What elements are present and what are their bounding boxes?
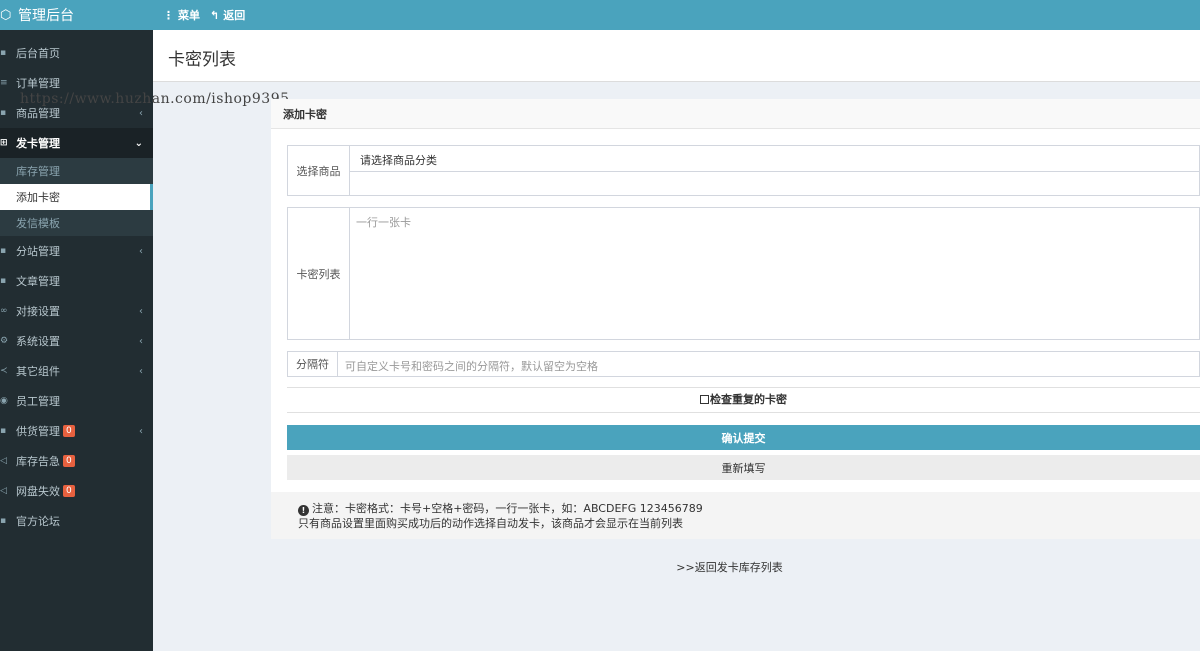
- separator-input[interactable]: 可自定义卡号和密码之间的分隔符，默认留空为空格: [338, 352, 1199, 376]
- select-product-label: 选择商品: [288, 146, 350, 195]
- note-text-2: 只有商品设置里面购买成功后的动作选择自动发卡，该商品才会显示在当前列表: [298, 517, 683, 530]
- sidebar-item-label: 商品管理: [16, 107, 60, 120]
- back-label: 返回: [223, 9, 246, 22]
- sidebar-item-label: 后台首页: [16, 47, 60, 60]
- sidebar-subitem-mail-template[interactable]: 发信模板: [0, 210, 153, 236]
- product-category-value[interactable]: 请选择商品分类: [350, 146, 1199, 172]
- submit-button[interactable]: 确认提交: [287, 425, 1200, 450]
- sidebar-item-articles[interactable]: ▪ 文章管理: [0, 266, 153, 296]
- product-category-select[interactable]: 请选择商品分类: [350, 146, 1199, 195]
- sidebar-subitem-label: 添加卡密: [16, 191, 60, 204]
- sidebar-item-label: 分站管理: [16, 245, 60, 258]
- divider: [287, 412, 1200, 413]
- dashboard-icon: ▪: [0, 48, 7, 58]
- separator-label: 分隔符: [288, 352, 338, 376]
- sidebar-item-label: 其它组件: [16, 365, 60, 378]
- add-card-panel: 添加卡密 选择商品 请选择商品分类 卡密列表 一行一张卡 分隔符 可自定义卡号和…: [271, 99, 1200, 539]
- sidebar-item-label: 发卡管理: [16, 137, 60, 150]
- grid-icon: ⊞: [0, 138, 8, 148]
- card-list-textarea[interactable]: 一行一张卡: [350, 208, 1199, 339]
- sidebar-item-docking[interactable]: ∞ 对接设置 ‹: [0, 296, 153, 326]
- sidebar-item-label: 对接设置: [16, 305, 60, 318]
- cube-icon: ⬡: [0, 7, 12, 23]
- sidebar-item-orders[interactable]: ≡ 订单管理: [0, 68, 153, 98]
- brand[interactable]: ⬡ 管理后台: [0, 0, 153, 30]
- card-list-label: 卡密列表: [288, 208, 350, 339]
- sidebar-item-dashboard[interactable]: ▪ 后台首页: [0, 38, 153, 68]
- menu-toggle-button[interactable]: ⋮ 菜单: [163, 7, 200, 23]
- separator-group: 分隔符 可自定义卡号和密码之间的分隔符，默认留空为空格: [287, 351, 1200, 377]
- sidebar-item-label: 订单管理: [16, 77, 60, 90]
- share-icon: ≺: [0, 366, 8, 376]
- check-duplicates-row: 检查重复的卡密: [287, 391, 1200, 407]
- note-line-1: ! 注意：卡密格式：卡号+空格+密码，一行一张卡，如：ABCDEFG 123456…: [298, 501, 1173, 516]
- info-icon: !: [298, 505, 309, 516]
- truck-icon: ▪: [0, 426, 7, 436]
- file-icon: ▪: [0, 276, 7, 286]
- select-product-group: 选择商品 请选择商品分类: [287, 145, 1200, 196]
- back-button[interactable]: ↰ 返回: [210, 7, 245, 23]
- sitemap-icon: ▪: [0, 246, 7, 256]
- panel-header: 添加卡密: [271, 99, 1200, 129]
- sidebar-item-label: 官方论坛: [16, 515, 60, 528]
- back-to-inventory-link[interactable]: >>返回发卡库存列表: [271, 559, 1200, 575]
- sidebar-item-label: 系统设置: [16, 335, 60, 348]
- reset-button[interactable]: 重新填写: [287, 455, 1200, 480]
- sidebar-subitem-label: 库存管理: [16, 165, 60, 178]
- ellipsis-vertical-icon: ⋮: [163, 8, 174, 22]
- sidebar-item-system[interactable]: ⚙ 系统设置 ‹: [0, 326, 153, 356]
- count-badge: 0: [63, 455, 75, 467]
- check-duplicates-label[interactable]: 检查重复的卡密: [710, 393, 787, 406]
- chevron-left-icon: ‹: [139, 335, 143, 347]
- sidebar-item-forum[interactable]: ▪ 官方论坛: [0, 506, 153, 536]
- sidebar-item-staff[interactable]: ◉ 员工管理: [0, 386, 153, 416]
- forum-icon: ▪: [0, 516, 7, 526]
- sidebar-item-label: 供货管理: [16, 425, 60, 438]
- page-title: 卡密列表: [168, 50, 236, 70]
- sidebar: ▪ 后台首页 ≡ 订单管理 ▪ 商品管理 ‹ ⊞ 发卡管理 ⌄ 库存管理 添加卡…: [0, 30, 153, 651]
- user-icon: ◉: [0, 396, 8, 406]
- note-text-1: 注意：卡密格式：卡号+空格+密码，一行一张卡，如：ABCDEFG 1234567…: [312, 502, 703, 515]
- chevron-left-icon: ‹: [139, 245, 143, 257]
- sidebar-item-supply[interactable]: ▪ 供货管理 0 ‹: [0, 416, 153, 446]
- content-header: 卡密列表: [153, 30, 1200, 82]
- sidebar-subitem-add-card[interactable]: 添加卡密: [0, 184, 153, 210]
- list-icon: ≡: [0, 78, 8, 88]
- top-navbar: ⬡ 管理后台 ⋮ 菜单 ↰ 返回: [0, 0, 1200, 30]
- sidebar-item-stock-alert[interactable]: ◁ 库存告急 0: [0, 446, 153, 476]
- sidebar-item-label: 网盘失效: [16, 485, 60, 498]
- sidebar-item-components[interactable]: ≺ 其它组件 ‹: [0, 356, 153, 386]
- brand-title: 管理后台: [18, 8, 74, 24]
- check-duplicates-checkbox[interactable]: [700, 395, 709, 404]
- chevron-left-icon: ‹: [139, 305, 143, 317]
- chevron-left-icon: ‹: [139, 107, 143, 119]
- cart-icon: ▪: [0, 108, 7, 118]
- sidebar-item-label: 文章管理: [16, 275, 60, 288]
- sidebar-item-card-issuing[interactable]: ⊞ 发卡管理 ⌄: [0, 128, 153, 158]
- back-link-label[interactable]: >>返回发卡库存列表: [676, 561, 782, 574]
- gear-icon: ⚙: [0, 336, 9, 346]
- sidebar-subitem-label: 发信模板: [16, 217, 60, 230]
- sidebar-item-label: 库存告急: [16, 455, 60, 468]
- chevron-left-icon: ‹: [139, 425, 143, 437]
- count-badge: 0: [63, 425, 75, 437]
- sidebar-submenu: 库存管理 添加卡密 发信模板: [0, 158, 153, 236]
- link-icon: ∞: [0, 306, 8, 316]
- sidebar-item-netdisk[interactable]: ◁ 网盘失效 0: [0, 476, 153, 506]
- card-list-group: 卡密列表 一行一张卡: [287, 207, 1200, 340]
- divider: [287, 387, 1200, 388]
- chevron-left-icon: ‹: [139, 365, 143, 377]
- sidebar-subitem-inventory[interactable]: 库存管理: [0, 158, 153, 184]
- note-box: ! 注意：卡密格式：卡号+空格+密码，一行一张卡，如：ABCDEFG 123456…: [271, 492, 1200, 539]
- sidebar-item-products[interactable]: ▪ 商品管理 ‹: [0, 98, 153, 128]
- cloud-icon: ◁: [0, 486, 7, 496]
- sidebar-item-label: 员工管理: [16, 395, 60, 408]
- menu-label: 菜单: [178, 9, 200, 22]
- bell-icon: ◁: [0, 456, 7, 466]
- chevron-down-icon: ⌄: [134, 137, 143, 149]
- sidebar-item-substations[interactable]: ▪ 分站管理 ‹: [0, 236, 153, 266]
- reply-icon: ↰: [210, 8, 220, 22]
- top-actions: ⋮ 菜单 ↰ 返回: [153, 7, 245, 23]
- count-badge: 0: [63, 485, 75, 497]
